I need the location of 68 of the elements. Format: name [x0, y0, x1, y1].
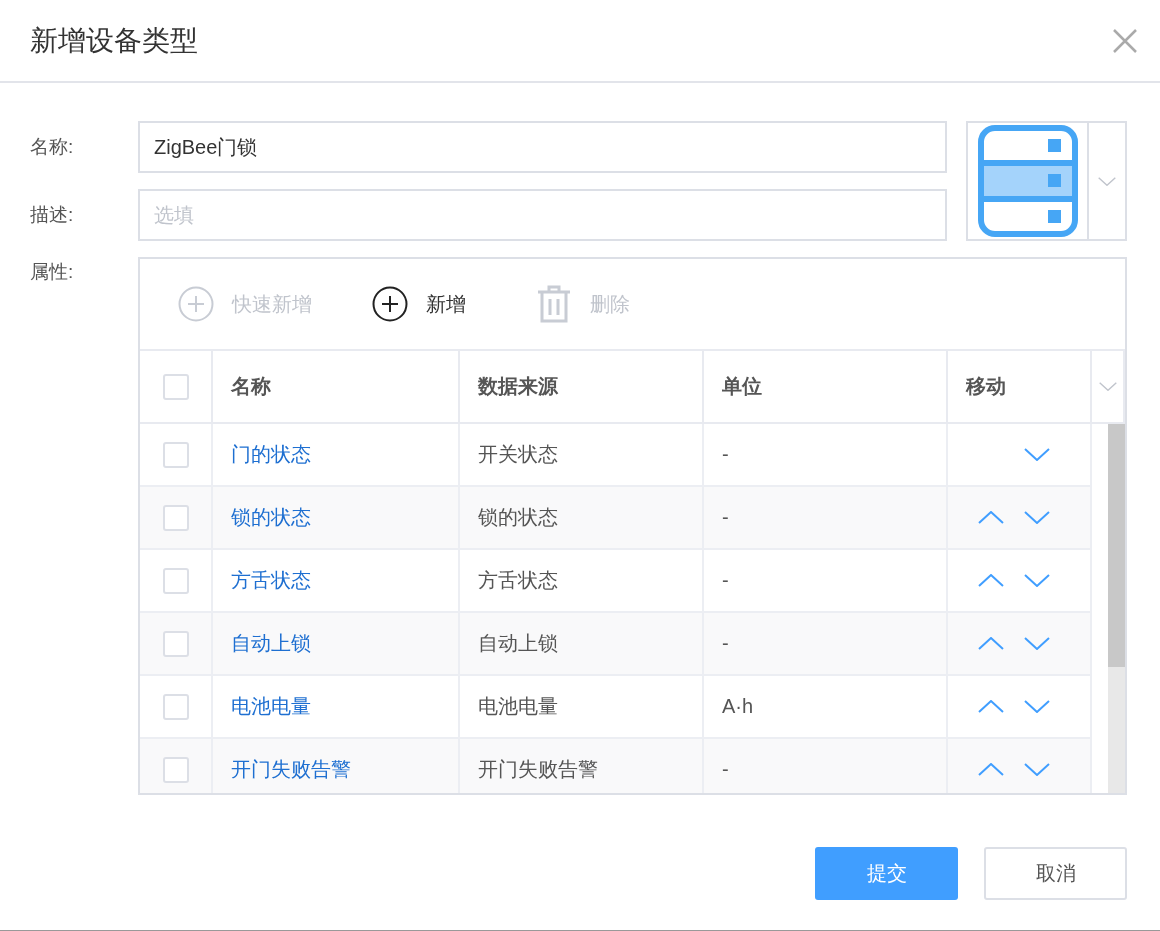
table-cell-text: 自动上锁	[478, 631, 558, 656]
plus-circle-icon	[372, 286, 408, 322]
move-down-button[interactable]	[1024, 574, 1050, 587]
chevron-down-icon	[1024, 763, 1050, 776]
chevron-up-icon	[978, 700, 1004, 713]
checkbox[interactable]	[162, 441, 189, 468]
table-cell: -	[722, 569, 729, 592]
attribute-link[interactable]: 锁的状态	[231, 504, 311, 531]
server-icon	[977, 125, 1078, 237]
checkbox[interactable]	[162, 693, 189, 720]
checkbox[interactable]	[162, 373, 189, 400]
move-down-button[interactable]	[1024, 763, 1050, 776]
checkbox[interactable]	[162, 567, 189, 594]
attribute-link[interactable]: 自动上锁	[231, 630, 311, 657]
plus-circle-icon	[178, 286, 214, 322]
attribute-link[interactable]: 电池电量	[231, 693, 311, 720]
move-down-button[interactable]	[1024, 637, 1050, 650]
table-cell: A·h	[722, 695, 754, 718]
field-label: 属性:	[30, 260, 75, 284]
move-up-button[interactable]	[978, 511, 1004, 524]
column-header: 移动	[966, 374, 1006, 399]
caret-icon	[1098, 382, 1117, 391]
table-cell-text: 方舌状态	[478, 568, 558, 593]
chevron-up-icon	[978, 511, 1004, 524]
table-cell-text: 开关状态	[478, 442, 558, 467]
table-cell-text: 锁的状态	[478, 505, 558, 530]
move-up-button[interactable]	[978, 574, 1004, 587]
chevron-up-icon	[978, 637, 1004, 650]
attribute-link[interactable]: 开门失败告警	[231, 756, 351, 783]
trash-icon	[536, 285, 572, 323]
table-cell: -	[722, 632, 729, 655]
field-label: 描述:	[30, 203, 75, 227]
move-up-button[interactable]	[978, 763, 1004, 776]
field-label: 名称:	[30, 135, 75, 159]
move-down-button[interactable]	[1024, 511, 1050, 524]
submit-button[interactable]: 提交	[815, 847, 958, 900]
table-cell: -	[722, 443, 729, 466]
chevron-down-icon	[1024, 511, 1050, 524]
chevron-down-icon	[1024, 700, 1050, 713]
table-cell: -	[722, 506, 729, 529]
cancel-button[interactable]: 取消	[984, 847, 1127, 900]
column-header: 数据来源	[478, 374, 558, 399]
attribute-link[interactable]: 门的状态	[231, 441, 311, 468]
description-input[interactable]: 选填	[138, 189, 947, 241]
chevron-down-icon	[1024, 574, 1050, 587]
name-input[interactable]: ZigBee门锁	[138, 121, 947, 173]
scrollbar[interactable]	[1108, 424, 1125, 793]
caret-icon	[1098, 176, 1116, 186]
table-cell: -	[722, 758, 729, 781]
column-header: 名称	[231, 374, 271, 399]
column-header: 单位	[722, 374, 762, 399]
toolbar-button[interactable]: 新增	[372, 286, 466, 322]
move-down-button[interactable]	[1024, 700, 1050, 713]
move-down-button[interactable]	[1024, 448, 1050, 461]
table-cell-text: 开门失败告警	[478, 757, 598, 782]
chevron-up-icon	[978, 763, 1004, 776]
chevron-down-icon	[1024, 637, 1050, 650]
icon-picker[interactable]	[966, 121, 1127, 241]
table-cell-text: 电池电量	[478, 694, 558, 719]
checkbox[interactable]	[162, 756, 189, 783]
checkbox[interactable]	[162, 504, 189, 531]
move-up-button[interactable]	[978, 700, 1004, 713]
chevron-up-icon	[978, 574, 1004, 587]
checkbox[interactable]	[162, 630, 189, 657]
chevron-down-icon	[1024, 448, 1050, 461]
attribute-link[interactable]: 方舌状态	[231, 567, 311, 594]
move-up-button[interactable]	[978, 637, 1004, 650]
dialog-title: 新增设备类型	[30, 23, 198, 58]
